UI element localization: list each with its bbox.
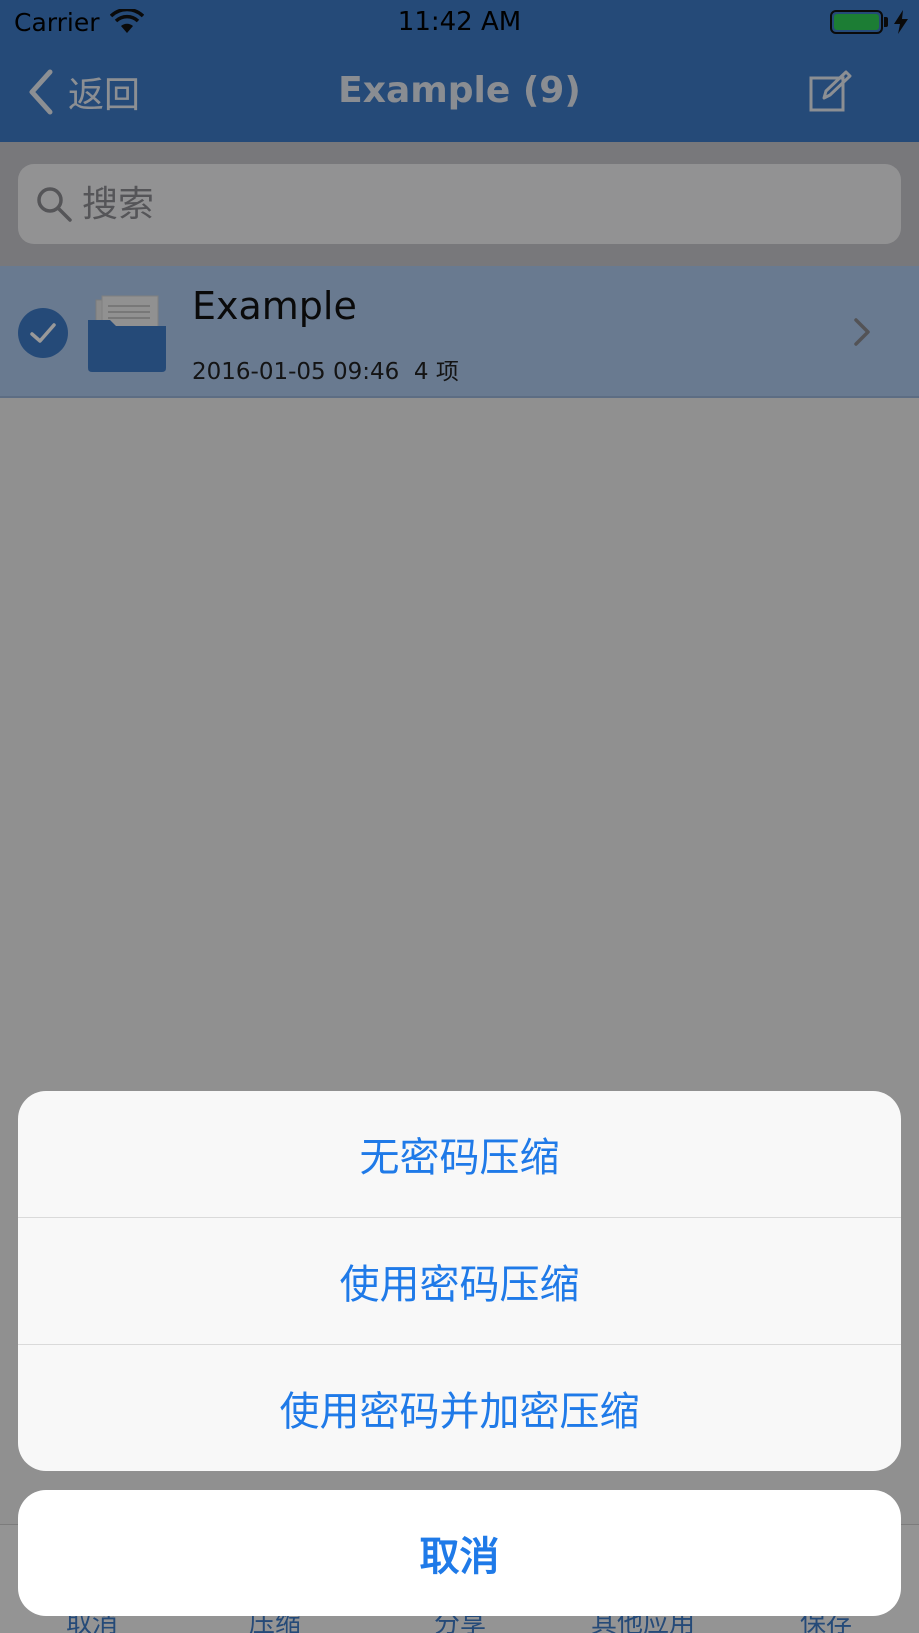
action-sheet: 无密码压缩 使用密码压缩 使用密码并加密压缩 <box>18 1091 901 1471</box>
compress-password-encrypted-option[interactable]: 使用密码并加密压缩 <box>18 1345 901 1471</box>
cancel-button[interactable]: 取消 <box>18 1490 901 1616</box>
compress-with-password-option[interactable]: 使用密码压缩 <box>18 1218 901 1345</box>
compress-no-password-option[interactable]: 无密码压缩 <box>18 1091 901 1218</box>
